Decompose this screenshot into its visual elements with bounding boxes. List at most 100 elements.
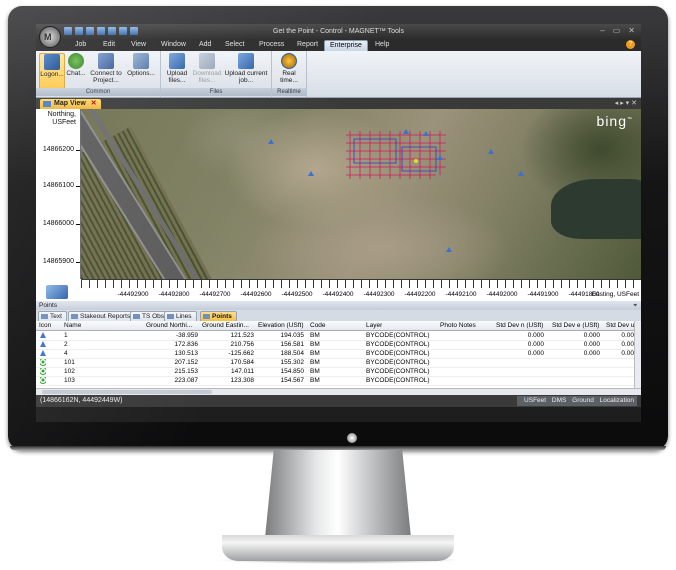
- connect-icon: [98, 53, 114, 69]
- y-axis-title-line: Northing,: [47, 111, 76, 118]
- map-layers-icon[interactable]: [46, 285, 68, 299]
- download-files-button[interactable]: Download files...: [191, 53, 223, 84]
- maximize-button[interactable]: ▭: [613, 26, 621, 35]
- table-cell-layer: BYCODE(CONTROL): [366, 359, 430, 366]
- monitor-stand-base: [222, 535, 454, 561]
- table-cell-sdu: 0.00: [621, 341, 634, 348]
- bing-logo: bing™: [597, 113, 633, 129]
- power-button[interactable]: [347, 433, 357, 443]
- menu-job[interactable]: Job: [70, 40, 91, 51]
- connect-to-project-button[interactable]: Connect to Project...: [88, 53, 124, 84]
- x-tick-label: -44492900: [117, 291, 149, 298]
- y-tick: [76, 186, 80, 187]
- column-header[interactable]: Std Dev u (USft): [606, 322, 634, 329]
- table-cell-sde: 0.000: [583, 341, 600, 348]
- point-circle-icon: [40, 359, 46, 365]
- table-cell-e: -125.662: [228, 350, 254, 357]
- units-localization[interactable]: Localization: [600, 397, 634, 404]
- units-linear[interactable]: USFeet: [524, 397, 546, 404]
- menu-report[interactable]: Report: [292, 40, 323, 51]
- map-point-markers: [268, 139, 524, 252]
- ribbon-group-label: Files: [161, 88, 271, 96]
- column-header[interactable]: Ground Northi...: [146, 322, 198, 329]
- monitor-bezel: Get the Point - Control - MAGNET™ Tools …: [8, 6, 668, 450]
- realtime-button[interactable]: Real time...: [276, 53, 302, 84]
- vertical-scrollbar[interactable]: [634, 321, 641, 388]
- units-coordinate-type[interactable]: Ground: [572, 397, 594, 404]
- text-icon: [41, 314, 48, 319]
- menu-select[interactable]: Select: [220, 40, 249, 51]
- tab-label: Stakeout Reports: [80, 313, 131, 320]
- table-cell-sdn: 0.000: [527, 332, 544, 339]
- scroll-thumb[interactable]: [42, 390, 212, 394]
- column-header[interactable]: Layer: [366, 322, 382, 329]
- row-icon-cell: [40, 359, 46, 367]
- menu-process[interactable]: Process: [254, 40, 289, 51]
- x-axis-ticks: [81, 280, 641, 288]
- menu-add[interactable]: Add: [194, 40, 216, 51]
- help-icon[interactable]: ?: [626, 40, 635, 49]
- ribbon-group-label: Common: [36, 88, 160, 96]
- column-header[interactable]: Icon: [39, 322, 51, 329]
- logon-button[interactable]: Logon...: [39, 53, 65, 89]
- map-view: Northing, USFeet 14866200 14866100 14866…: [36, 109, 641, 302]
- ts-obs-icon: [133, 314, 140, 319]
- x-tick-label: -44492000: [486, 291, 518, 298]
- table-cell-n: -38.959: [175, 332, 198, 339]
- row-icon-cell: [40, 350, 46, 358]
- menu-help[interactable]: Help: [370, 40, 394, 51]
- table-cell-e: 210.756: [230, 341, 255, 348]
- table-cell-layer: BYCODE(CONTROL): [366, 377, 430, 384]
- tab-label: Lines: [176, 313, 192, 320]
- satellite-map-canvas[interactable]: bing™: [81, 109, 641, 279]
- x-tick-label: -44492300: [363, 291, 395, 298]
- pin-icon[interactable]: ⌖: [633, 301, 637, 310]
- column-header[interactable]: Std Dev e (USft): [552, 322, 599, 329]
- unit-indicators: USFeet DMS Ground Localization: [517, 396, 637, 406]
- tab-label: Map View: [54, 100, 86, 107]
- table-row[interactable]: 103 223.087 123.308 154.567 BM BYCODE(CONTROL…: [36, 376, 641, 386]
- column-header[interactable]: Ground Eastin...: [202, 322, 254, 329]
- menu-window[interactable]: Window: [156, 40, 191, 51]
- table-cell-name: 4: [64, 350, 68, 357]
- upload-current-job-button[interactable]: Upload current job...: [224, 53, 268, 84]
- table-cell-layer: BYCODE(CONTROL): [366, 332, 430, 339]
- tab-map-view[interactable]: Map View ✕: [40, 99, 101, 109]
- table-cell-name: 102: [64, 368, 75, 375]
- tab-points[interactable]: Points: [200, 311, 237, 321]
- screen: Get the Point - Control - MAGNET™ Tools …: [36, 24, 641, 422]
- tab-text[interactable]: Text: [38, 311, 67, 321]
- tab-label: TS Obs: [142, 313, 165, 320]
- realtime-label: Real time...: [280, 70, 298, 84]
- dock-controls[interactable]: ◂ ▸ ▾ ✕: [615, 99, 637, 107]
- row-icon-cell: [40, 332, 46, 340]
- table-cell-layer: BYCODE(CONTROL): [366, 350, 430, 357]
- chat-button[interactable]: Chat...: [65, 53, 87, 77]
- options-button[interactable]: Options...: [125, 53, 157, 77]
- tab-stakeout-reports[interactable]: Stakeout Reports: [68, 311, 136, 321]
- menu-edit[interactable]: Edit: [98, 40, 120, 51]
- table-cell-sdn: 0.000: [527, 341, 544, 348]
- menu-view[interactable]: View: [126, 40, 151, 51]
- upload-job-label: Upload current job...: [224, 70, 268, 84]
- column-header[interactable]: Elevation (USft): [258, 322, 304, 329]
- tab-lines[interactable]: Lines: [164, 311, 197, 321]
- column-header[interactable]: Std Dev n (USft): [496, 322, 543, 329]
- y-tick-label: 14866200: [42, 146, 74, 153]
- close-button[interactable]: ✕: [628, 26, 635, 35]
- horizontal-scrollbar[interactable]: [36, 388, 641, 395]
- column-header[interactable]: Photo Notes: [440, 322, 476, 329]
- document-tab-bar: Map View ✕ ◂ ▸ ▾ ✕: [36, 98, 641, 109]
- close-tab-icon[interactable]: ✕: [91, 100, 97, 107]
- minimize-button[interactable]: –: [600, 26, 604, 35]
- column-header[interactable]: Code: [310, 322, 326, 329]
- menu-enterprise[interactable]: Enterprise: [324, 40, 368, 51]
- row-icon-cell: [40, 368, 46, 376]
- upload-files-button[interactable]: Upload files...: [164, 53, 190, 84]
- units-angular[interactable]: DMS: [552, 397, 566, 404]
- column-header[interactable]: Name: [64, 322, 81, 329]
- table-cell-code: BM: [310, 350, 320, 357]
- application-orb-button[interactable]: M: [39, 26, 61, 48]
- table-cell-elev: 156.581: [280, 341, 305, 348]
- table-cell-elev: 188.504: [280, 350, 305, 357]
